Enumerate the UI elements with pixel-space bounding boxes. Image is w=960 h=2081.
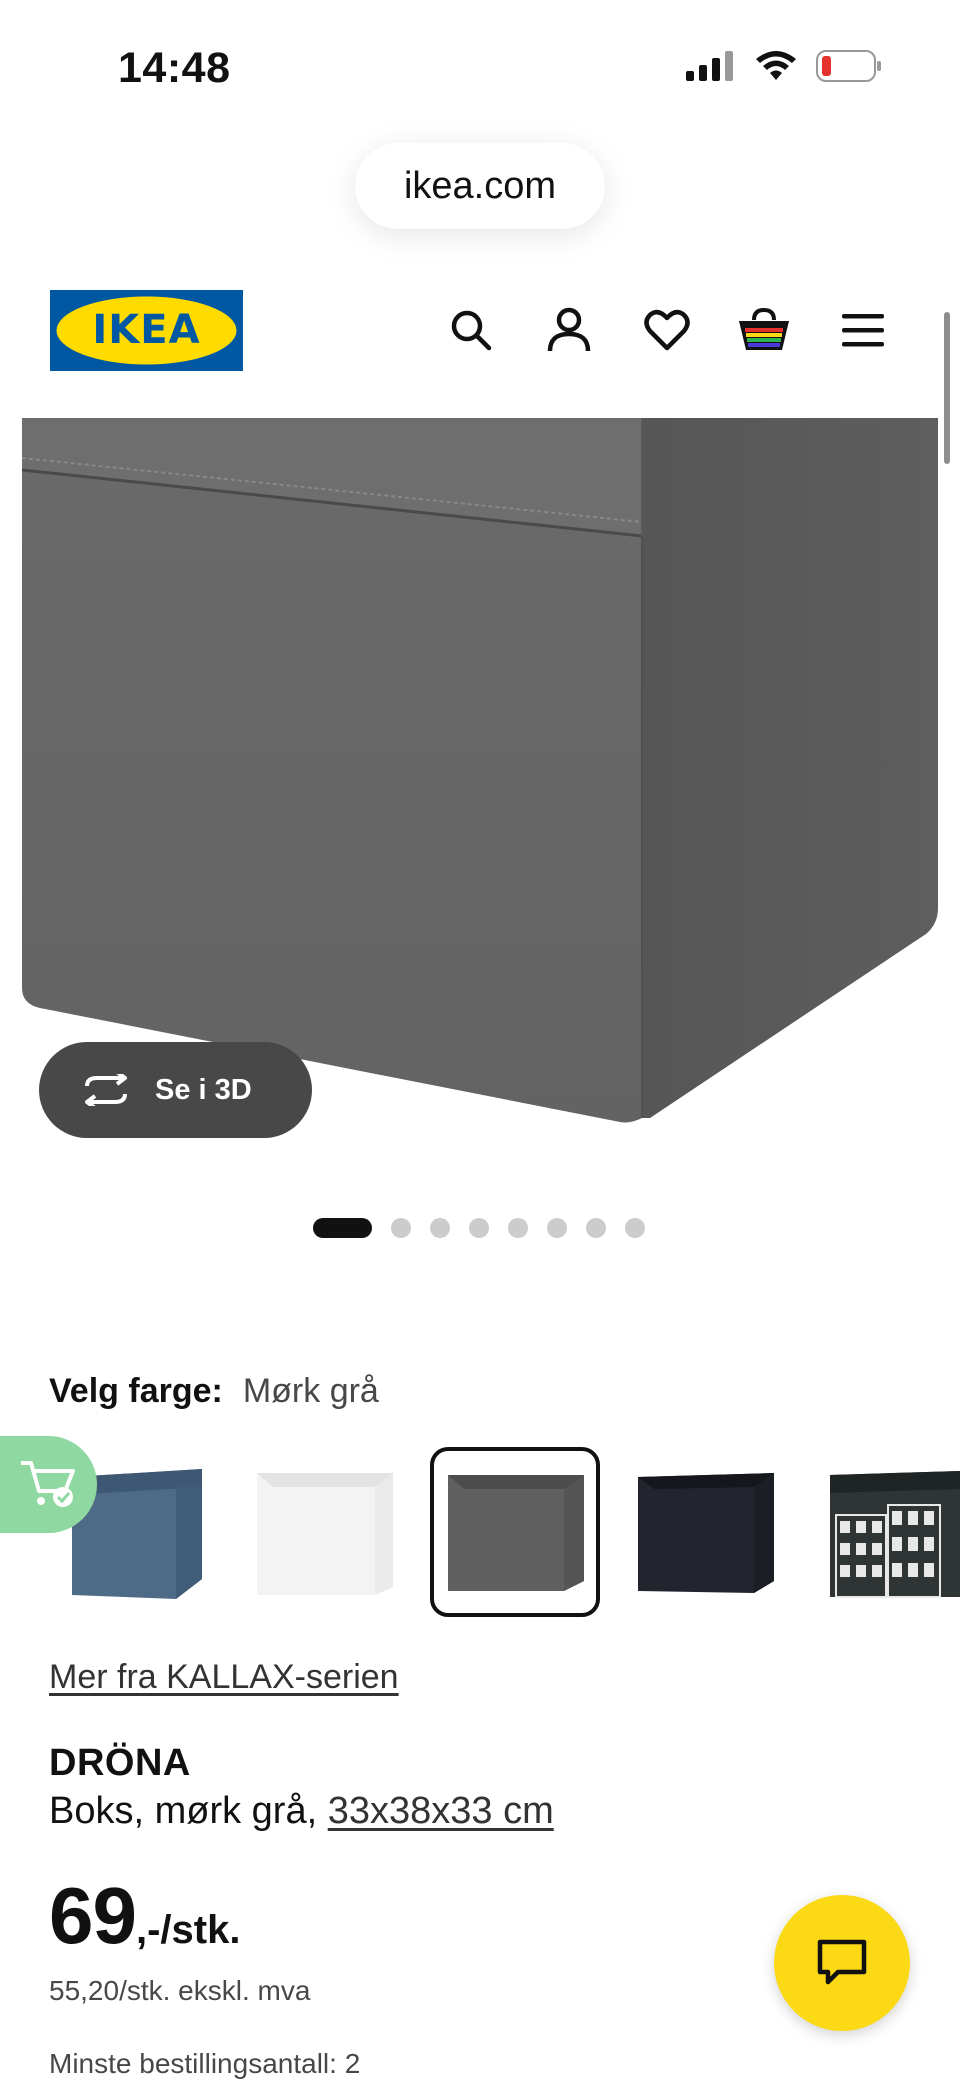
minimum-order: Minste bestillingsantall: 2: [49, 2048, 361, 2079]
product-dimensions-link[interactable]: 33x38x33 cm: [328, 1790, 554, 1832]
heart-icon[interactable]: [637, 300, 697, 360]
product-name: DRÖNA: [49, 1742, 191, 1784]
color-value: Mørk grå: [242, 1372, 379, 1410]
search-icon[interactable]: [441, 300, 501, 360]
view-3d-button[interactable]: Se i 3D: [39, 1042, 312, 1138]
signal-icon: [686, 51, 733, 81]
price-ex-vat: 55,20/stk. ekskl. mva: [49, 1975, 311, 2006]
chat-button[interactable]: [774, 1895, 910, 2031]
added-to-cart-tab[interactable]: [0, 1436, 97, 1533]
product-type: Boks, mørk grå,: [49, 1790, 328, 1832]
carousel-dot[interactable]: [625, 1218, 645, 1238]
chat-icon: [817, 1939, 867, 1985]
rotate-3d-icon: [85, 1074, 127, 1106]
color-picker-heading: Velg farge: Mørk grå: [49, 1372, 379, 1411]
carousel-dot[interactable]: [430, 1218, 450, 1238]
basket-icon[interactable]: [734, 300, 794, 360]
color-label: Velg farge:: [49, 1372, 223, 1410]
color-swatch-dark-grey[interactable]: [430, 1447, 600, 1617]
carousel-dot[interactable]: [508, 1218, 528, 1238]
url-bar[interactable]: ikea.com: [355, 143, 605, 229]
color-swatch-white[interactable]: [243, 1447, 413, 1617]
view-3d-label: Se i 3D: [155, 1073, 252, 1106]
price-integer: 69: [49, 1871, 137, 1960]
carousel-dot[interactable]: [586, 1218, 606, 1238]
cart-check-icon: [20, 1460, 75, 1507]
status-time: 14:48: [118, 44, 231, 92]
color-swatch-patterned[interactable]: [816, 1447, 960, 1617]
carousel-dot[interactable]: [313, 1218, 372, 1238]
product-price: 69 ,-/stk.: [49, 1870, 240, 1962]
menu-icon[interactable]: [833, 300, 893, 360]
battery-icon: [816, 50, 881, 82]
account-icon[interactable]: [539, 300, 599, 360]
series-link[interactable]: Mer fra KALLAX-serien: [49, 1658, 399, 1697]
carousel-dots[interactable]: [313, 1218, 645, 1238]
status-icons: [686, 50, 882, 82]
wifi-icon: [756, 51, 796, 80]
carousel-dot[interactable]: [547, 1218, 567, 1238]
carousel-dot[interactable]: [391, 1218, 411, 1238]
color-swatch-black[interactable]: [628, 1447, 798, 1617]
carousel-dot[interactable]: [469, 1218, 489, 1238]
product-description: Boks, mørk grå, 33x38x33 cm: [49, 1790, 554, 1833]
logo-text: IKEA: [92, 307, 200, 353]
price-suffix: ,-/stk.: [135, 1908, 241, 1952]
ikea-logo[interactable]: IKEA: [50, 290, 243, 371]
